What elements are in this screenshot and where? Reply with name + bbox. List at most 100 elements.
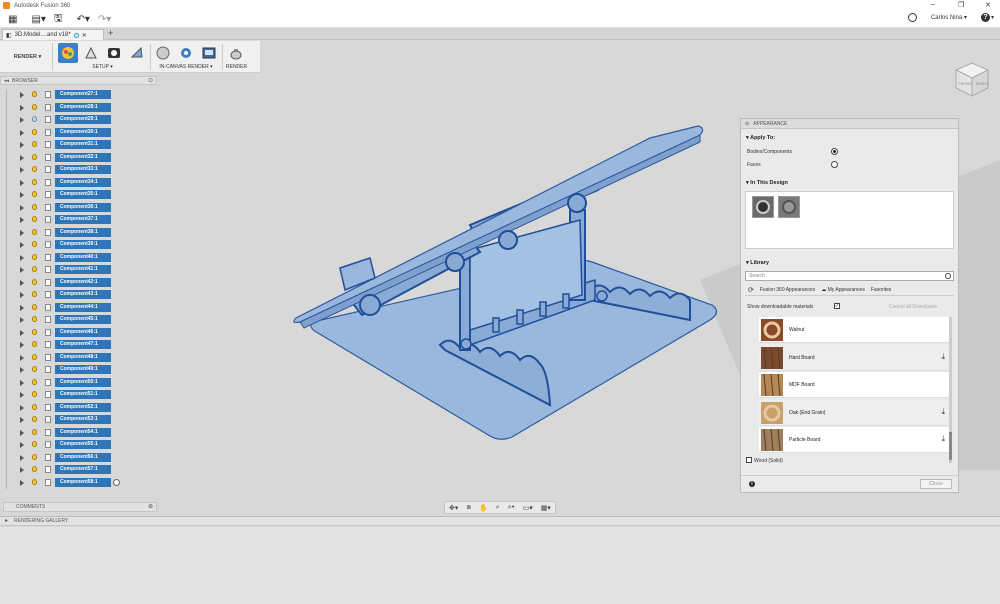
expand-icon[interactable] bbox=[20, 167, 24, 173]
appearance-header[interactable]: ⊖ APPEARANCE bbox=[741, 119, 958, 129]
expand-icon[interactable] bbox=[20, 417, 24, 423]
faces-radio[interactable] bbox=[831, 161, 838, 168]
undo-icon[interactable]: ↶▾ bbox=[76, 14, 89, 25]
expand-icon[interactable] bbox=[20, 454, 24, 461]
visibility-bulb-icon[interactable] bbox=[32, 103, 37, 110]
browser-component-row[interactable]: Component48:1 bbox=[0, 352, 160, 364]
visibility-bulb-icon[interactable] bbox=[32, 428, 37, 435]
cancel-downloads-link[interactable]: Cancel all Downloads bbox=[889, 304, 937, 310]
search-icon[interactable] bbox=[945, 273, 951, 279]
material-item[interactable]: Oak (End Grain) ⤓ bbox=[759, 399, 949, 426]
visibility-bulb-icon[interactable] bbox=[32, 116, 37, 122]
expand-icon[interactable] bbox=[20, 292, 24, 298]
visibility-bulb-icon[interactable] bbox=[32, 441, 37, 447]
browser-component-row[interactable]: Component47:1 bbox=[0, 339, 160, 351]
component-label[interactable]: Component42:1 bbox=[55, 277, 111, 287]
browser-component-row[interactable]: Component31:1 bbox=[0, 139, 160, 151]
expand-icon[interactable] bbox=[20, 304, 24, 311]
expand-icon[interactable] bbox=[20, 217, 24, 223]
material-item[interactable]: MDF Board bbox=[759, 372, 949, 398]
render-teapot-icon[interactable] bbox=[226, 43, 246, 63]
component-label[interactable]: Component52:1 bbox=[55, 402, 111, 412]
browser-component-row[interactable]: Component44:1 bbox=[0, 302, 160, 314]
visibility-bulb-icon[interactable] bbox=[32, 403, 37, 410]
expand-icon[interactable] bbox=[20, 154, 24, 161]
component-label[interactable]: Component55:1 bbox=[55, 440, 111, 449]
capture-image-icon[interactable] bbox=[199, 43, 219, 63]
browser-component-row[interactable]: Component32:1 bbox=[0, 152, 160, 164]
bodies-components-radio[interactable] bbox=[831, 148, 838, 155]
expand-icon[interactable] bbox=[20, 429, 24, 436]
in-canvas-settings-icon[interactable] bbox=[176, 43, 196, 63]
component-label[interactable]: Component43:1 bbox=[55, 290, 111, 299]
appearance-icon[interactable] bbox=[81, 43, 101, 63]
viewcube[interactable]: FRONT RIGHT bbox=[948, 58, 996, 104]
browser-component-row[interactable]: Component42:1 bbox=[0, 277, 160, 289]
visibility-bulb-icon[interactable] bbox=[32, 91, 37, 97]
display-settings-icon[interactable]: ▭▾ bbox=[523, 504, 533, 512]
expand-icon[interactable] bbox=[20, 329, 24, 336]
material-item[interactable]: Particle Board ⤓ bbox=[759, 427, 949, 453]
browser-component-row[interactable]: Component49:1 bbox=[0, 364, 160, 376]
browser-component-row[interactable]: Component57:1 bbox=[0, 464, 160, 476]
visibility-bulb-icon[interactable] bbox=[32, 266, 37, 272]
expand-icon[interactable] bbox=[20, 392, 24, 398]
visibility-bulb-icon[interactable] bbox=[32, 178, 37, 185]
library-search-input[interactable]: Search bbox=[745, 271, 954, 281]
decal-icon[interactable] bbox=[127, 43, 147, 63]
component-label[interactable]: Component32:1 bbox=[55, 152, 111, 162]
material-item[interactable]: Walnut bbox=[759, 317, 949, 343]
visibility-bulb-icon[interactable] bbox=[32, 478, 37, 485]
expand-icon[interactable] bbox=[20, 254, 24, 261]
download-icon[interactable]: ⤓ bbox=[941, 434, 945, 444]
component-label[interactable]: Component56:1 bbox=[55, 452, 111, 462]
workspace-switcher[interactable]: RENDER ▾ bbox=[3, 43, 53, 71]
component-label[interactable]: Component31:1 bbox=[55, 140, 111, 149]
component-label[interactable]: Component45:1 bbox=[55, 315, 111, 324]
minimize-icon[interactable]: – bbox=[931, 1, 935, 8]
browser-component-row[interactable]: Component58:1 bbox=[0, 477, 160, 489]
visibility-bulb-icon[interactable] bbox=[32, 278, 37, 285]
expand-icon[interactable] bbox=[20, 317, 24, 323]
expand-icon[interactable] bbox=[20, 242, 24, 248]
collapse-gallery-icon[interactable]: ▸ bbox=[5, 517, 8, 526]
add-comment-icon[interactable]: ⊕ bbox=[148, 503, 153, 512]
expand-icon[interactable] bbox=[20, 129, 24, 136]
visibility-bulb-icon[interactable] bbox=[32, 128, 37, 135]
component-label[interactable]: Component54:1 bbox=[55, 427, 111, 437]
look-at-icon[interactable]: ⧈ bbox=[466, 504, 470, 512]
component-label[interactable]: Component27:1 bbox=[55, 90, 111, 99]
download-icon[interactable]: ⤓ bbox=[941, 352, 945, 362]
expand-icon[interactable] bbox=[20, 279, 24, 286]
component-label[interactable]: Component39:1 bbox=[55, 240, 111, 249]
visibility-bulb-icon[interactable] bbox=[32, 341, 37, 347]
visibility-bulb-icon[interactable] bbox=[32, 191, 37, 197]
info-icon[interactable]: i bbox=[749, 481, 755, 487]
apply-to-heading[interactable]: ▾ Apply To: bbox=[746, 135, 775, 141]
expand-icon[interactable] bbox=[20, 204, 24, 211]
browser-component-row[interactable]: Component52:1 bbox=[0, 402, 160, 414]
job-status-icon[interactable] bbox=[907, 13, 917, 22]
in-this-design-heading[interactable]: ▾ In This Design bbox=[746, 180, 788, 186]
expand-icon[interactable] bbox=[20, 367, 24, 373]
component-label[interactable]: Component28:1 bbox=[55, 102, 111, 112]
browser-component-row[interactable]: Component34:1 bbox=[0, 177, 160, 189]
component-label[interactable]: Component47:1 bbox=[55, 340, 111, 349]
visibility-bulb-icon[interactable] bbox=[32, 141, 37, 147]
visibility-bulb-icon[interactable] bbox=[32, 316, 37, 322]
expand-icon[interactable] bbox=[20, 92, 24, 98]
visibility-bulb-icon[interactable] bbox=[32, 303, 37, 310]
wood-solid-checkbox[interactable] bbox=[746, 457, 752, 463]
user-menu[interactable]: Carlos Nina ▾ bbox=[931, 14, 967, 21]
component-label[interactable]: Component51:1 bbox=[55, 390, 111, 399]
browser-component-row[interactable]: Component40:1 bbox=[0, 252, 160, 264]
component-label[interactable]: Component49:1 bbox=[55, 365, 111, 374]
document-tab[interactable]: ◧ 3D.Model....and v18* ✕ bbox=[2, 29, 104, 40]
browser-component-row[interactable]: Component50:1 bbox=[0, 377, 160, 389]
browser-component-row[interactable]: Component51:1 bbox=[0, 389, 160, 401]
component-label[interactable]: Component44:1 bbox=[55, 302, 111, 312]
scrollbar-thumb[interactable] bbox=[949, 432, 952, 460]
component-label[interactable]: Component41:1 bbox=[55, 265, 111, 274]
setup-label[interactable]: SETUP ▾ bbox=[58, 64, 147, 70]
browser-component-row[interactable]: Component54:1 bbox=[0, 427, 160, 439]
